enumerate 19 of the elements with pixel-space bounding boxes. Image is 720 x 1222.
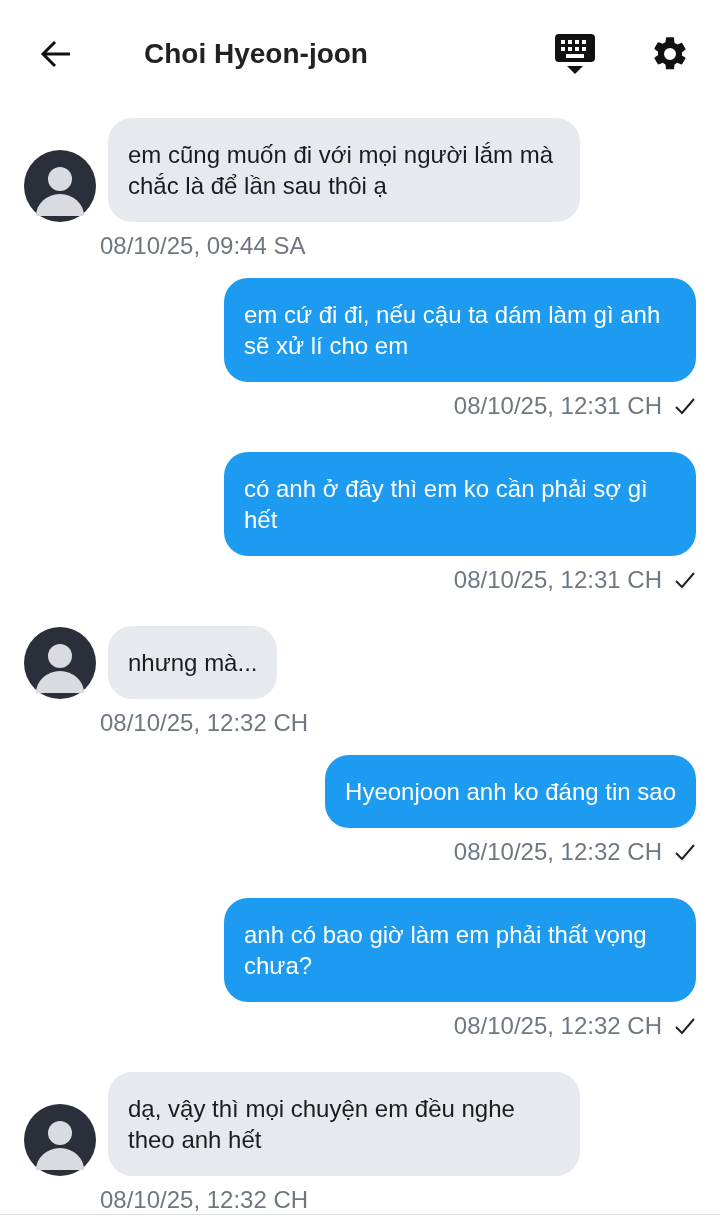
timestamp: 08/10/25, 12:32 CH [453, 838, 662, 866]
avatar [24, 1104, 96, 1176]
timestamp: 08/10/25, 12:32 CH [453, 1012, 662, 1040]
message-bubble: nhưng mà... [108, 626, 278, 699]
message-bubble: em cứ đi đi, nếu cậu ta dám làm gì anh sẽ xử lí cho em [224, 278, 696, 382]
contact-name: Choi Hyeon-joon [144, 38, 369, 70]
avatar [24, 627, 96, 699]
timestamp: 08/10/25, 12:32 CH [100, 1186, 309, 1214]
message-bubble: có anh ở đây thì em ko cần phải sợ gì hết [224, 452, 696, 556]
timestamp: 08/10/25, 12:31 CH [453, 392, 662, 420]
keyboard-icon[interactable] [554, 33, 596, 75]
message-bubble: anh có bao giờ làm em phải thất vọng chưa? [224, 898, 696, 1002]
timestamp: 08/10/25, 09:44 SA [100, 232, 306, 260]
message-bubble: em cũng muốn đi với mọi người lắm mà chắc là để lần sau thôi ạ [108, 118, 580, 222]
timestamp: 08/10/25, 12:31 CH [453, 566, 662, 594]
timestamp: 08/10/25, 12:32 CH [100, 709, 309, 737]
avatar [24, 150, 96, 222]
message-bubble: dạ, vậy thì mọi chuyện em đều nghe theo anh hết [108, 1072, 580, 1176]
message-bubble: Hyeonjoon anh ko đáng tin sao [325, 755, 696, 828]
